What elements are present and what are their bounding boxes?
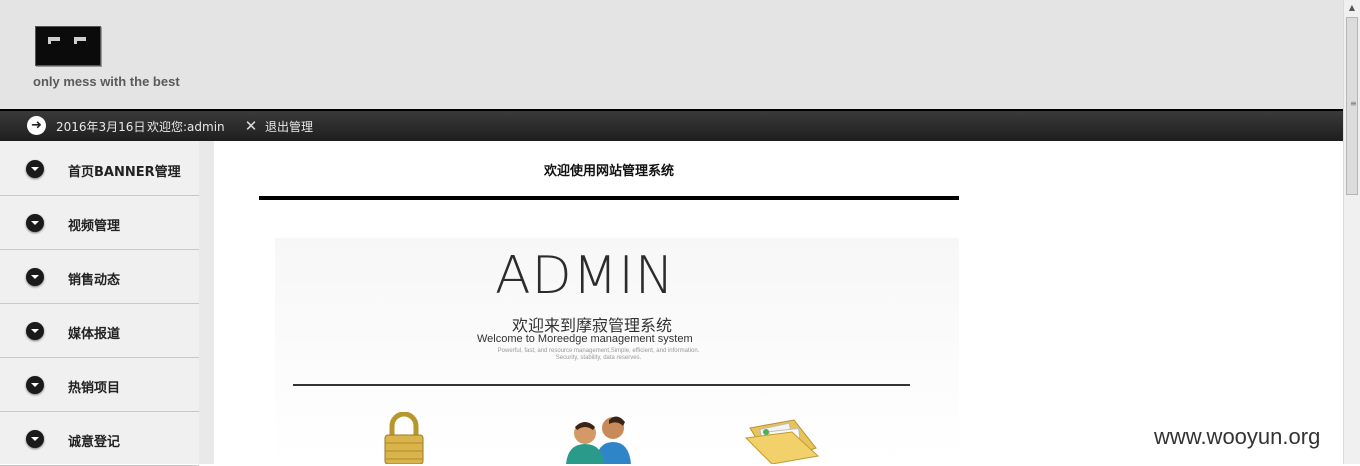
sidebar-item-media[interactable]: 媒体报道 (0, 304, 199, 358)
chevron-down-icon (26, 160, 44, 178)
logo-eye-right (74, 37, 86, 44)
sidebar-item-label: 媒体报道 (68, 327, 121, 342)
grip-icon: ≡ (1350, 99, 1357, 108)
welcome-user: 欢迎您:admin (147, 120, 225, 134)
page-title: 欢迎使用网站管理系统 (543, 164, 674, 179)
chevron-down-icon (26, 322, 44, 340)
chevron-down-icon (26, 214, 44, 232)
watermark: www.wooyun.org (1154, 424, 1321, 449)
chevron-down-icon (26, 430, 44, 448)
arrow-right-icon: ➜ (27, 116, 46, 135)
sidebar-item-video[interactable]: 视频管理 (0, 196, 199, 250)
scrollbar-thumb[interactable]: ≡ (1346, 17, 1358, 195)
vertical-scrollbar[interactable]: ▲ ≡ (1343, 0, 1360, 464)
sidebar-item-banner[interactable]: 首页BANNER管理 (0, 142, 199, 196)
banner-en-title: Welcome to Moreedge management system (477, 333, 693, 345)
banner-tagline-line2: Security, stability, data reserves. (555, 355, 642, 361)
logo[interactable] (35, 26, 101, 66)
banner-tagline: Powerful, fast, and resource management,… (478, 348, 719, 362)
current-date: 2016年3月16日 (56, 120, 146, 134)
sidebar: 首页BANNER管理 视频管理 销售动态 媒体报道 热销项目 诚意登记 (0, 141, 199, 466)
title-divider (259, 196, 959, 200)
header: only mess with the best (0, 0, 1343, 110)
sidebar-item-label: 热销项目 (68, 381, 121, 396)
logout-link[interactable]: 退出管理 (265, 118, 313, 135)
sidebar-item-hot-projects[interactable]: 热销项目 (0, 358, 199, 412)
sidebar-item-sales[interactable]: 销售动态 (0, 250, 199, 304)
chevron-down-icon (26, 268, 44, 286)
banner-tagline-line1: Powerful, fast, and resource management,… (497, 348, 700, 354)
sidebar-item-label: 诚意登记 (68, 435, 121, 450)
scroll-up-icon[interactable]: ▲ (1344, 0, 1360, 16)
folder-icon (744, 419, 820, 464)
banner-divider (293, 384, 910, 386)
sidebar-item-label: 视频管理 (68, 219, 121, 234)
top-bar: ➜ 2016年3月16日 欢迎您:admin ✕ 退出管理 (0, 109, 1343, 141)
sidebar-item-label: 首页BANNER管理 (68, 165, 181, 180)
sidebar-divider (199, 141, 214, 464)
sidebar-item-label: 销售动态 (68, 273, 121, 288)
lock-icon (384, 412, 424, 464)
tools-icon: ✕ (244, 117, 258, 135)
banner-admin-word: ADMIN (495, 246, 675, 306)
sidebar-item-registration[interactable]: 诚意登记 (0, 412, 199, 466)
slogan: only mess with the best (33, 74, 180, 89)
chevron-down-icon (26, 376, 44, 394)
logo-eye-left (48, 37, 60, 44)
users-icon (566, 416, 631, 464)
